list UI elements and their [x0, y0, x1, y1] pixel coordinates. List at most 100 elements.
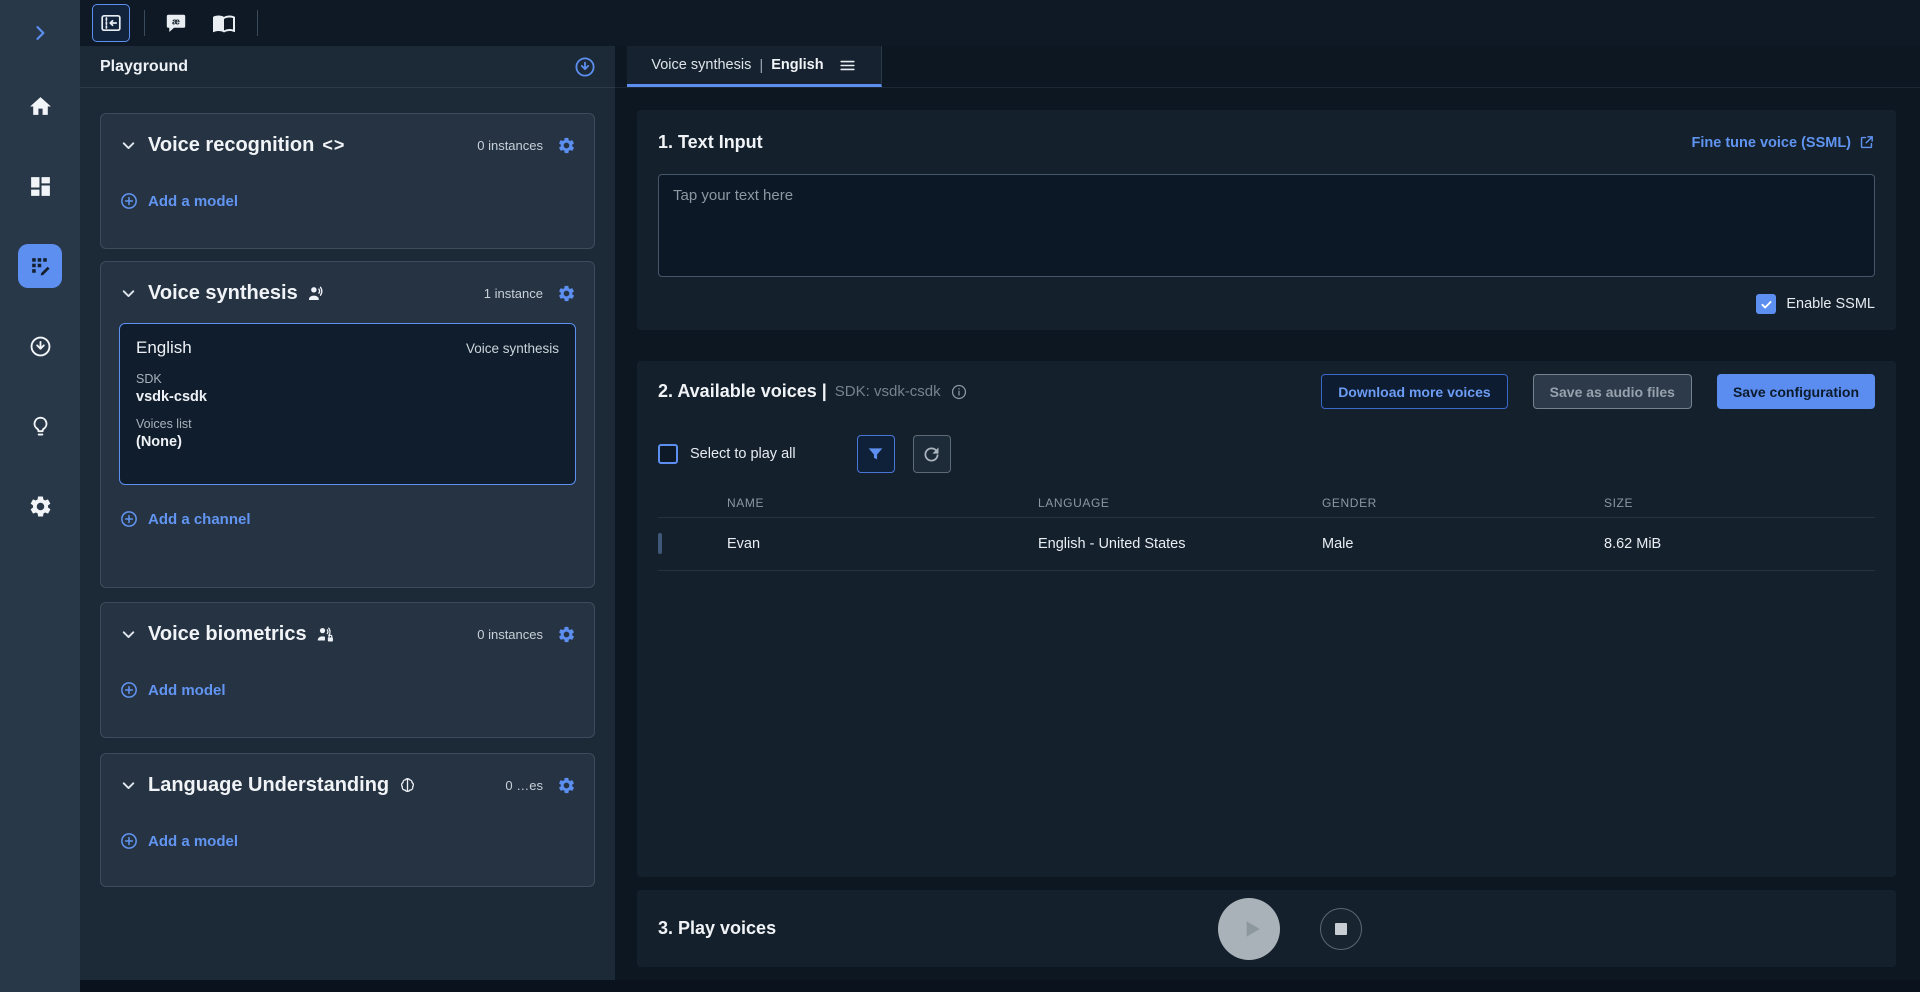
card-header: Voice recognition <> 0 instances: [119, 134, 576, 157]
play-icon: [1232, 914, 1266, 944]
toolbar-divider: [257, 10, 258, 36]
external-link-icon: [1858, 134, 1875, 151]
card-voice-synthesis: Voice synthesis 1 instance English: [100, 261, 595, 588]
add-channel-button[interactable]: Add a channel: [119, 509, 251, 529]
rail-item-dashboard[interactable]: [0, 146, 80, 226]
card-settings-button[interactable]: [557, 136, 576, 155]
gear-icon: [557, 284, 576, 303]
add-model-button[interactable]: Add a model: [119, 831, 238, 851]
enable-ssml-checkbox[interactable]: [1756, 294, 1776, 314]
check-icon: [1759, 297, 1774, 312]
circle-plus-icon: [119, 191, 139, 211]
top-toolbar: æ: [80, 0, 1920, 46]
card-header: Voice biometrics 0 instances: [119, 623, 576, 646]
add-link-label: Add model: [148, 682, 226, 699]
instance-count: 1 instance: [484, 286, 543, 301]
open-book-icon: [212, 11, 236, 35]
card-language-understanding: Language Understanding 0 …es: [100, 753, 595, 887]
add-model-button[interactable]: Add model: [119, 680, 226, 700]
brain-icon: [397, 775, 418, 796]
speech-bubble-ae-icon: æ: [164, 11, 188, 35]
voices-table-header: NAME LANGUAGE GENDER SIZE: [658, 488, 1875, 517]
select-all-label: Select to play all: [690, 446, 796, 462]
download-more-voices-button[interactable]: Download more voices: [1321, 374, 1507, 409]
card-settings-button[interactable]: [557, 284, 576, 303]
add-link-label: Add a model: [148, 833, 238, 850]
collapse-chevron-icon[interactable]: [119, 776, 138, 795]
collapse-panel-button[interactable]: [92, 4, 130, 42]
tab-category: Voice synthesis: [651, 57, 751, 73]
circle-plus-icon: [119, 509, 139, 529]
play-button[interactable]: [1218, 898, 1280, 960]
tab-bar: Voice synthesis | English: [615, 46, 1920, 88]
stop-icon: [1335, 923, 1347, 935]
collapse-chevron-icon[interactable]: [119, 284, 138, 303]
fine-tune-ssml-link[interactable]: Fine tune voice (SSML): [1691, 134, 1875, 151]
text-input-textarea[interactable]: [658, 174, 1875, 277]
gear-icon: [557, 625, 576, 644]
person-speaking-icon: [306, 283, 327, 304]
add-model-button[interactable]: Add a model: [119, 191, 238, 211]
tab-menu-button[interactable]: [838, 56, 857, 75]
rail-item-settings[interactable]: [0, 466, 80, 546]
collapse-chevron-icon[interactable]: [119, 625, 138, 644]
expand-rail-button[interactable]: [0, 0, 80, 66]
stop-button[interactable]: [1320, 908, 1362, 950]
voices-list-label: Voices list: [136, 417, 559, 431]
sdk-caption: SDK: vsdk-csdk: [835, 383, 941, 400]
card-title: Voice recognition: [148, 134, 314, 157]
person-lock-icon: [315, 624, 336, 645]
rail-item-home[interactable]: [0, 66, 80, 146]
column-header-language: LANGUAGE: [1038, 496, 1322, 510]
app-window: æ Playground: [0, 0, 1920, 992]
section-available-voices: 2. Available voices | SDK: vsdk-csdk Dow…: [637, 361, 1896, 877]
select-all-checkbox[interactable]: [658, 444, 678, 464]
gear-icon: [557, 776, 576, 795]
table-divider: [658, 570, 1875, 571]
documentation-button[interactable]: [205, 4, 243, 42]
gear-icon: [557, 136, 576, 155]
instance-count: 0 instances: [477, 138, 543, 153]
voices-list-value: (None): [136, 434, 559, 450]
rail-item-ideas[interactable]: [0, 386, 80, 466]
voices-table: NAME LANGUAGE GENDER SIZE Evan English -…: [658, 488, 1875, 571]
playground-title: Playground: [100, 58, 188, 76]
card-voice-recognition: Voice recognition <> 0 instances Add a m…: [100, 113, 595, 249]
column-header-gender: GENDER: [1322, 496, 1604, 510]
voice-language: English - United States: [1038, 536, 1322, 552]
table-row: Evan English - United States Male 8.62 M…: [658, 518, 1875, 570]
card-settings-button[interactable]: [557, 625, 576, 644]
collapse-chevron-icon[interactable]: [119, 136, 138, 155]
card-header: Language Understanding 0 …es: [119, 774, 576, 797]
card-title: Voice biometrics: [148, 623, 307, 646]
instance-name: English: [136, 338, 192, 358]
filter-button[interactable]: [857, 435, 895, 473]
section-text-input: 1. Text Input Fine tune voice (SSML) Ena…: [637, 110, 1896, 330]
row-checkbox[interactable]: [658, 533, 662, 554]
add-link-label: Add a model: [148, 193, 238, 210]
card-title: Voice synthesis: [148, 282, 298, 305]
circle-plus-icon: [119, 680, 139, 700]
sdk-label: SDK: [136, 372, 559, 386]
rail-item-playground[interactable]: [0, 226, 80, 306]
instance-count: 0 …es: [505, 778, 543, 793]
refresh-button[interactable]: [913, 435, 951, 473]
add-link-label: Add a channel: [148, 511, 251, 528]
voice-name: Evan: [727, 536, 1038, 552]
section-title: 3. Play voices: [658, 918, 776, 939]
rail-item-downloads[interactable]: [0, 306, 80, 386]
save-configuration-button[interactable]: Save configuration: [1717, 374, 1875, 409]
lightbulb-icon: [28, 414, 53, 439]
card-settings-button[interactable]: [557, 776, 576, 795]
voice-gender: Male: [1322, 536, 1604, 552]
gear-icon: [28, 494, 53, 519]
save-as-audio-files-button[interactable]: Save as audio files: [1533, 374, 1692, 409]
tab-voice-synthesis-english[interactable]: Voice synthesis | English: [627, 46, 882, 87]
instance-card-english[interactable]: English Voice synthesis SDK vsdk-csdk Vo…: [119, 323, 576, 485]
phonetics-button[interactable]: æ: [157, 4, 195, 42]
download-circle-icon: [573, 55, 597, 79]
playground-panel: Playground Voice recognition <> 0 instan…: [80, 46, 615, 980]
home-icon: [28, 94, 53, 119]
export-playground-button[interactable]: [573, 55, 597, 79]
toolbar-divider: [144, 10, 145, 36]
